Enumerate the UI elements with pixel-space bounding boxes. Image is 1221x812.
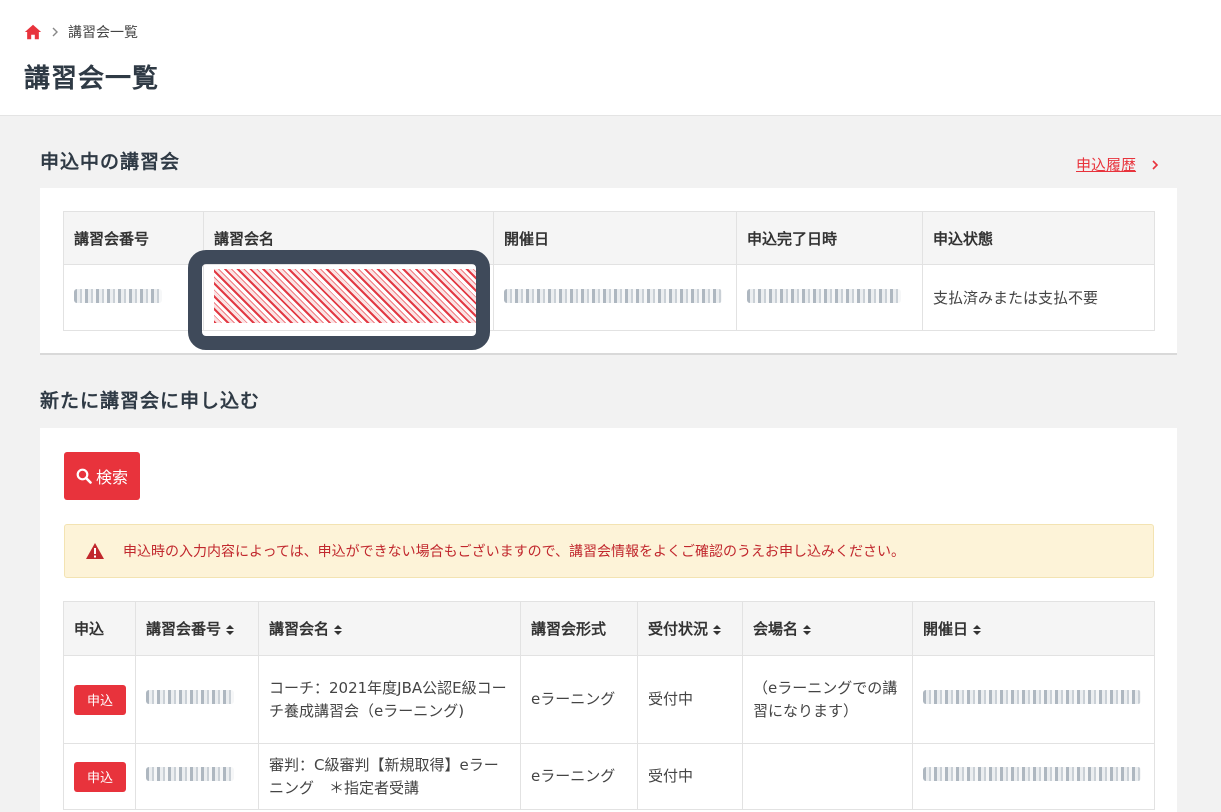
cell-number <box>135 743 259 810</box>
col-format: 講習会形式 <box>520 601 638 656</box>
home-icon[interactable] <box>24 23 42 41</box>
table-row: 支払済みまたは支払不要 <box>63 264 1155 331</box>
cell-format: eラーニング <box>520 743 638 810</box>
redacted-text <box>747 288 901 303</box>
col-completed-at: 申込完了日時 <box>736 211 923 265</box>
cell-status: 受付中 <box>637 743 743 810</box>
sort-icon[interactable] <box>802 624 812 636</box>
applying-section-title: 申込中の講習会 <box>40 151 181 173</box>
col-venue[interactable]: 会場名 <box>742 601 913 656</box>
col-name[interactable]: 講習会名 <box>258 601 521 656</box>
cell-name: 審判：C級審判【新規取得】eラーニング ＊指定者受講 <box>258 743 521 810</box>
col-status-label: 受付状況 <box>648 620 709 638</box>
cell-venue: （eラーニングでの講習になります） <box>742 655 913 744</box>
notice-text: 申込時の入力内容によっては、申込ができない場合もございますので、講習会情報をよく… <box>123 544 906 560</box>
cell-name[interactable] <box>203 264 494 331</box>
new-section-title: 新たに講習会に申し込む <box>40 390 261 412</box>
col-venue-label: 会場名 <box>753 620 799 638</box>
redacted-text <box>504 288 722 303</box>
redacted-text <box>146 690 234 704</box>
breadcrumb-current: 講習会一覧 <box>68 25 138 41</box>
col-date-label: 開催日 <box>923 620 969 638</box>
cell-status: 支払済みまたは支払不要 <box>922 264 1155 331</box>
sort-icon[interactable] <box>972 624 982 636</box>
courses-table: 申込 講習会番号 講習会名 講習会形式 受付状況 会場名 開催日 申込 コーチ：… <box>63 601 1155 810</box>
cell-number <box>63 264 204 331</box>
cell-completed-at <box>736 264 923 331</box>
col-number[interactable]: 講習会番号 <box>135 601 259 656</box>
history-link[interactable]: 申込履歴 <box>1076 154 1160 175</box>
page-header: 講習会一覧 講習会一覧 <box>0 0 1221 116</box>
chevron-right-icon <box>1152 159 1159 170</box>
redacted-course-name[interactable] <box>214 268 478 323</box>
cell-name: コーチ：2021年度JBA公認E級コーチ養成講習会（eラーニング) <box>258 655 521 744</box>
cell-date <box>493 264 737 331</box>
cell-format: eラーニング <box>520 655 638 744</box>
page-title: 講習会一覧 <box>24 64 160 94</box>
redacted-text <box>74 288 162 303</box>
apply-button[interactable]: 申込 <box>74 684 126 715</box>
sort-icon[interactable] <box>712 624 722 636</box>
search-button[interactable]: 検索 <box>64 452 140 500</box>
col-name: 講習会名 <box>203 211 494 265</box>
col-number-label: 講習会番号 <box>146 620 222 638</box>
table-row: 申込 審判：C級審判【新規取得】eラーニング ＊指定者受講 eラーニング 受付中 <box>63 743 1155 810</box>
cell-status: 受付中 <box>637 655 743 744</box>
applying-table: 講習会番号 講習会名 開催日 申込完了日時 申込状態 支払済みまたは支払不要 <box>63 211 1155 331</box>
col-status[interactable]: 受付状況 <box>637 601 743 656</box>
sort-icon[interactable] <box>333 624 343 636</box>
cell-venue <box>742 743 913 810</box>
cell-number <box>135 655 259 744</box>
cell-date <box>912 655 1155 744</box>
cell-apply: 申込 <box>63 743 136 810</box>
col-apply: 申込 <box>63 601 136 656</box>
col-date: 開催日 <box>493 211 737 265</box>
redacted-text <box>923 690 1141 704</box>
col-date[interactable]: 開催日 <box>912 601 1155 656</box>
apply-button[interactable]: 申込 <box>74 761 126 792</box>
sort-icon[interactable] <box>225 624 235 636</box>
col-status: 申込状態 <box>922 211 1155 265</box>
redacted-text <box>146 767 234 781</box>
col-number: 講習会番号 <box>63 211 204 265</box>
warning-icon <box>86 543 104 559</box>
redacted-text <box>923 767 1141 781</box>
cell-date <box>912 743 1155 810</box>
table-row: 申込 コーチ：2021年度JBA公認E級コーチ養成講習会（eラーニング) eラー… <box>63 655 1155 744</box>
new-application-card: 検索 申込時の入力内容によっては、申込ができない場合もございますので、講習会情報… <box>40 428 1177 812</box>
history-link-label: 申込履歴 <box>1076 156 1137 174</box>
search-icon <box>76 468 92 484</box>
notice-banner: 申込時の入力内容によっては、申込ができない場合もございますので、講習会情報をよく… <box>64 524 1154 578</box>
cell-apply: 申込 <box>63 655 136 744</box>
chevron-right-icon <box>52 27 58 37</box>
applying-card: 講習会番号 講習会名 開催日 申込完了日時 申込状態 支払済みまたは支払不要 <box>40 188 1177 355</box>
breadcrumb: 講習会一覧 <box>24 22 138 42</box>
col-name-label: 講習会名 <box>269 620 330 638</box>
search-button-label: 検索 <box>95 468 128 487</box>
